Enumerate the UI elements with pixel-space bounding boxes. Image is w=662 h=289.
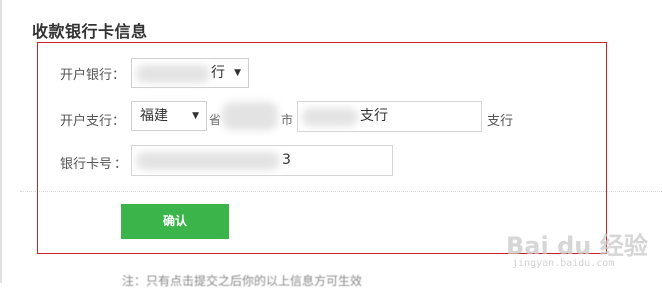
chevron-down-icon: ▼ bbox=[192, 111, 199, 121]
branch-name-input-value: 支行 bbox=[360, 108, 388, 124]
branch-name-input[interactable]: 支行 bbox=[297, 101, 482, 132]
branch-label: 开户支行： bbox=[60, 114, 126, 129]
section-title: 收款银行卡信息 bbox=[32, 22, 148, 41]
redacted-bank-name bbox=[136, 65, 210, 83]
branch-suffix: 支行 bbox=[487, 114, 514, 129]
card-number-input-value: 3 bbox=[282, 152, 291, 168]
bank-select-value: 行 bbox=[211, 65, 225, 81]
bank-select[interactable]: 行 ▼ bbox=[131, 58, 249, 88]
redacted-branch-name bbox=[302, 108, 358, 126]
card-number-separator: ： bbox=[114, 157, 128, 172]
chevron-down-icon: ▼ bbox=[234, 68, 241, 78]
card-number-input[interactable]: 3 bbox=[131, 145, 393, 176]
redacted-city[interactable] bbox=[222, 102, 278, 130]
city-suffix: 市 bbox=[281, 113, 294, 127]
province-select[interactable]: 福建 ▼ bbox=[131, 101, 207, 131]
bank-label: 开户银行： bbox=[60, 68, 126, 83]
note-text: 注：只有点击提交之后你的以上信息方可生效 bbox=[122, 274, 363, 288]
baidu-jingyan-watermark: Bai du 经验 jingyan.baidu.com bbox=[506, 226, 656, 276]
card-number-label: 银行卡号 bbox=[60, 157, 113, 172]
watermark-url: jingyan.baidu.com bbox=[512, 258, 615, 269]
left-edge-divider bbox=[0, 0, 2, 283]
watermark-text: Bai du 经验 bbox=[506, 232, 648, 260]
redacted-card-number bbox=[136, 152, 280, 170]
confirm-button[interactable]: 确认 bbox=[121, 204, 229, 239]
province-select-value: 福建 bbox=[140, 108, 168, 124]
province-suffix: 省 bbox=[209, 113, 222, 127]
